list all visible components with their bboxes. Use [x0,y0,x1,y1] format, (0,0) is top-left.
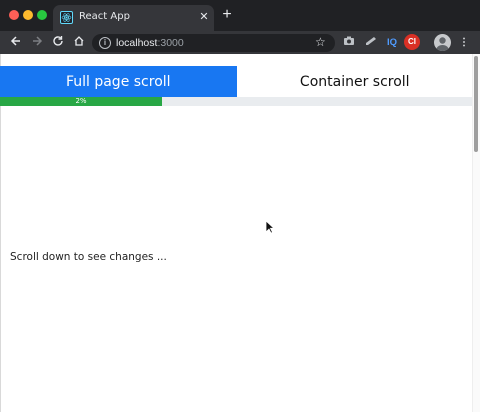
tab-close-icon[interactable]: ✕ [198,11,210,23]
browser-tab-strip: React App ✕ + [0,0,480,31]
tab-container-scroll[interactable]: Container scroll [236,66,473,97]
page-viewport: Full page scroll Container scroll 2% Scr… [0,54,480,412]
mouse-pointer-icon [265,220,276,234]
reload-icon[interactable] [50,35,65,50]
page-scrollbar-thumb[interactable] [474,56,478,152]
window-close-button[interactable] [9,10,19,20]
info-icon[interactable]: i [99,37,111,49]
iq-extension-icon[interactable]: IQ [384,35,400,50]
scroll-progress-fill: 2% [0,97,162,106]
arrow-left-icon[interactable] [8,35,23,50]
scroll-progress-bar: 2% [0,97,473,106]
avatar[interactable] [434,34,451,51]
camera-icon[interactable] [342,35,356,50]
react-logo-icon [60,11,73,24]
arrow-right-icon[interactable] [29,35,44,50]
browser-toolbar: i localhost:3000 ☆ IQ CI ⋮ [0,31,480,54]
new-tab-icon[interactable]: + [220,7,234,23]
window-minimize-button[interactable] [23,10,33,20]
kebab-menu-icon[interactable]: ⋮ [458,35,470,50]
star-icon[interactable]: ☆ [315,35,326,49]
tab-title: React App [79,11,130,22]
sketch-icon[interactable] [364,35,378,50]
scroll-hint-text: Scroll down to see changes ... [10,251,167,263]
page-edge [0,54,1,412]
browser-tab[interactable]: React App ✕ [53,5,214,31]
scroll-progress-label: 2% [75,97,87,105]
home-icon[interactable] [71,35,86,50]
window-maximize-button[interactable] [37,10,47,20]
tab-full-page-scroll[interactable]: Full page scroll [0,66,237,97]
url-text: localhost:3000 [116,37,184,49]
scroll-mode-tabs: Full page scroll Container scroll [0,66,473,97]
ci-extension-icon[interactable]: CI [404,34,420,50]
address-bar[interactable]: i localhost:3000 ☆ [92,34,335,52]
